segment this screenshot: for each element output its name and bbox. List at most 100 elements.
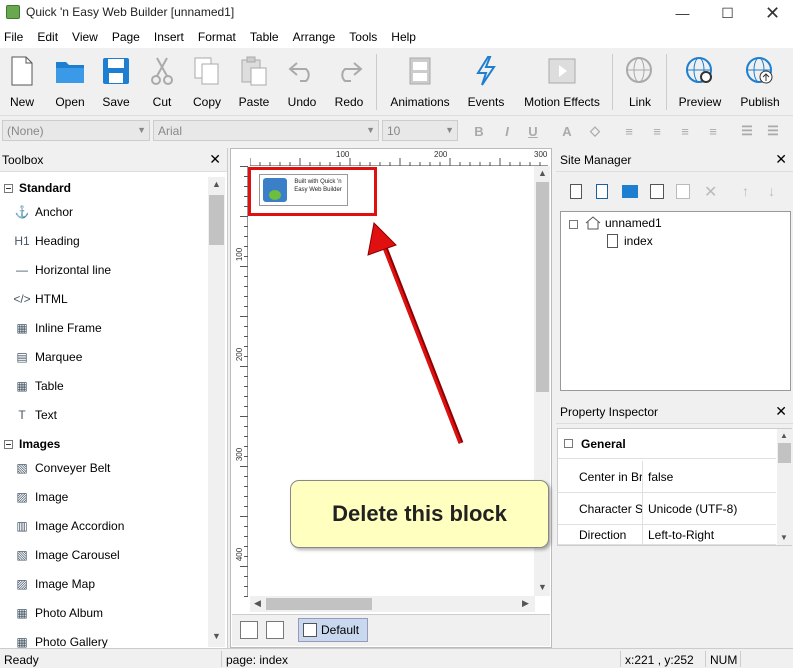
move-up-icon[interactable]: ↑ (742, 183, 749, 199)
toolbox-item[interactable]: ▧ Conveyer Belt (0, 453, 208, 482)
move-down-icon[interactable]: ↓ (768, 183, 775, 199)
fill-color-icon[interactable]: ◇ (586, 122, 604, 140)
bullet-list-icon[interactable]: ☰ (738, 122, 756, 140)
toolbox-item[interactable]: T Text (0, 400, 208, 429)
folder-icon[interactable] (622, 185, 638, 198)
canvas-scroll-thumb[interactable] (536, 182, 549, 392)
page-settings-icon[interactable] (266, 621, 284, 639)
toolbox-category[interactable]: Standard (0, 177, 71, 199)
menu-help[interactable]: Help (384, 30, 423, 44)
property-row[interactable]: Center in Br false (558, 461, 776, 493)
toolbox-category[interactable]: Images (0, 433, 60, 455)
close-window-button[interactable]: ✕ (750, 0, 793, 26)
property-scrollbar[interactable]: ▲ ▼ (777, 429, 792, 545)
align-right-icon[interactable]: ≡ (676, 122, 694, 140)
collapse-icon (4, 183, 13, 193)
toolbox-item[interactable]: ▦ Photo Album (0, 598, 208, 627)
toolbox-item[interactable]: ▦ Inline Frame (0, 313, 208, 342)
menu-tools[interactable]: Tools (342, 30, 384, 44)
toolbox-scroll-thumb[interactable] (209, 195, 224, 245)
menu-format[interactable]: Format (191, 30, 243, 44)
property-section[interactable]: General (558, 429, 776, 459)
menu-view[interactable]: View (65, 30, 105, 44)
photo-album-icon: ▦ (16, 605, 28, 620)
events-button[interactable]: Events (466, 54, 506, 114)
menu-arrange[interactable]: Arrange (286, 30, 343, 44)
align-center-icon[interactable]: ≡ (648, 122, 666, 140)
open-button[interactable]: Open (54, 54, 86, 114)
ruler-tick (244, 226, 248, 227)
ruler-tick (244, 536, 248, 537)
toolbox-item[interactable]: ▤ Marquee (0, 342, 208, 371)
toolbox-item[interactable]: ▦ Table (0, 371, 208, 400)
toolbox-item[interactable]: ▥ Image Accordion (0, 511, 208, 540)
vertical-ruler: 100 200 300 400 (232, 166, 248, 597)
menu-file[interactable]: File (0, 30, 30, 44)
menu-table[interactable]: Table (243, 30, 286, 44)
toolbox-item[interactable]: — Horizontal line (0, 255, 208, 284)
save-button[interactable]: Save (100, 54, 132, 114)
copy-button[interactable]: Copy (191, 54, 223, 114)
property-row[interactable]: Direction Left-to-Right (558, 525, 776, 545)
collapse-icon[interactable] (569, 220, 578, 229)
justify-icon[interactable]: ≡ (704, 122, 722, 140)
undo-button[interactable]: Undo (286, 54, 318, 114)
property-row[interactable]: Character S Unicode (UTF-8) (558, 493, 776, 525)
maximize-button[interactable]: ☐ (705, 0, 750, 26)
ruler-tick (240, 316, 248, 317)
canvas-horizontal-scrollbar[interactable]: ◀ ▶ (250, 596, 535, 612)
ruler-tick (244, 296, 248, 297)
add-page-icon[interactable] (240, 621, 258, 639)
bold-icon[interactable]: B (470, 122, 488, 140)
new-page-icon[interactable] (570, 184, 582, 199)
globe-search-icon (684, 54, 716, 88)
new-button[interactable]: New (6, 54, 38, 114)
font-size-select[interactable]: 10 ▼ (382, 120, 458, 141)
layout-icon (303, 623, 317, 637)
status-page: page: index (226, 653, 289, 667)
toolbox-item[interactable]: H1 Heading (0, 226, 208, 255)
site-root[interactable]: unnamed1 (605, 216, 662, 230)
undo-icon (286, 54, 318, 88)
minimize-button[interactable]: — (660, 0, 705, 26)
ruler-tick (244, 436, 248, 437)
style-select[interactable]: (None) ▼ (2, 120, 150, 141)
site-page-index[interactable]: index (624, 234, 653, 248)
tab-default[interactable]: Default (298, 618, 368, 642)
redo-button[interactable]: Redo (333, 54, 365, 114)
menu-page[interactable]: Page (105, 30, 147, 44)
publish-button[interactable]: Publish (738, 54, 782, 114)
toolbox-item[interactable]: ▨ Image (0, 482, 208, 511)
link-page-icon[interactable] (650, 184, 664, 199)
toolbox-item[interactable]: ▨ Image Map (0, 569, 208, 598)
delete-icon[interactable]: ✕ (704, 182, 717, 202)
toolbox-item[interactable]: ▧ Image Carousel (0, 540, 208, 569)
duplicate-icon[interactable] (676, 184, 690, 199)
toolbox-item[interactable]: ⚓ Anchor (0, 197, 208, 226)
cut-button[interactable]: Cut (146, 54, 178, 114)
ruler-tick (244, 356, 248, 357)
link-button[interactable]: Link (624, 54, 656, 114)
page-properties-icon[interactable] (596, 184, 608, 199)
toolbox-scrollbar[interactable]: ▲ ▼ (208, 177, 225, 647)
close-icon[interactable]: ✕ (775, 403, 787, 420)
menu-edit[interactable]: Edit (30, 30, 65, 44)
font-select[interactable]: Arial ▼ (153, 120, 379, 141)
close-icon[interactable]: ✕ (775, 151, 787, 168)
align-left-icon[interactable]: ≡ (620, 122, 638, 140)
canvas-hscroll-thumb[interactable] (266, 598, 372, 610)
close-icon[interactable]: ✕ (209, 151, 221, 168)
menu-insert[interactable]: Insert (147, 30, 191, 44)
font-color-icon[interactable]: A (558, 122, 576, 140)
preview-button[interactable]: Preview (678, 54, 722, 114)
italic-icon[interactable]: I (498, 122, 516, 140)
toolbox-item[interactable]: </> HTML (0, 284, 208, 313)
motion-effects-button[interactable]: Motion Effects (521, 54, 603, 114)
underline-icon[interactable]: U (524, 122, 542, 140)
animations-button[interactable]: Animations (388, 54, 452, 114)
status-text: Ready (4, 653, 39, 667)
paste-button[interactable]: Paste (238, 54, 270, 114)
numbered-list-icon[interactable]: ☰ (764, 122, 782, 140)
image-map-icon: ▨ (16, 576, 28, 591)
ruler-tick (244, 446, 248, 447)
